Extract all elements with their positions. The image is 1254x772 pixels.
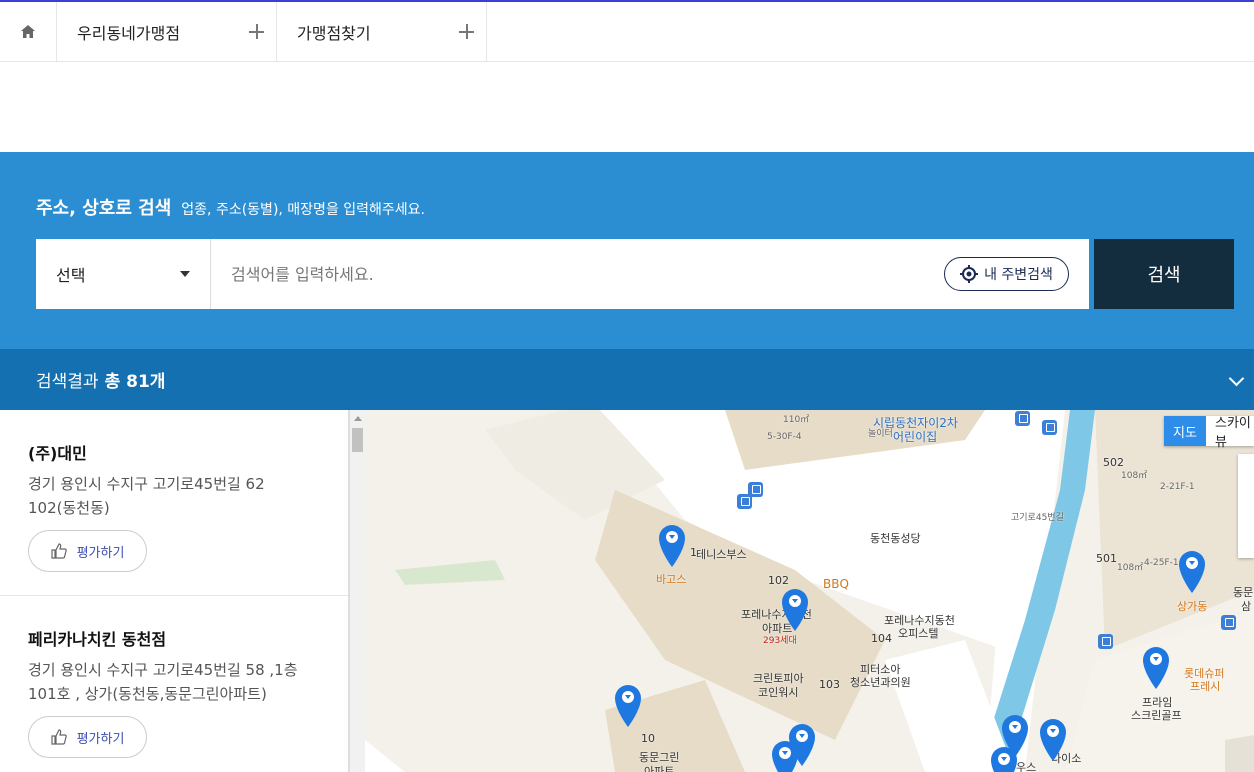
- map-label: 스크린골프: [1131, 709, 1182, 722]
- map-label: 10: [641, 732, 655, 745]
- map-label: BBQ: [823, 577, 849, 591]
- search-title: 주소, 상호로 검색: [36, 198, 172, 219]
- breadcrumb-label: 우리동네가맹점: [77, 23, 181, 43]
- map-label: 104: [871, 632, 892, 645]
- map-label: 프레시: [1190, 680, 1221, 693]
- map-label: 아파트: [644, 765, 675, 772]
- map-label: 놀이터: [868, 429, 893, 439]
- store-name: 페리카나치킨 동천점: [28, 630, 167, 649]
- store-list: (주)대민 경기 용인시 수지구 고기로45번길 62 102(동천동) 평가하…: [0, 410, 349, 772]
- map-label: 2-21F-1: [1160, 482, 1195, 492]
- store-address: 경기 용인시 수지구 고기로45번길 62 102(동천동): [28, 475, 265, 517]
- thumbs-up-icon: [50, 729, 67, 745]
- category-select[interactable]: 선택: [36, 239, 211, 309]
- breadcrumb: 우리동네가맹점 가맹점찾기: [0, 2, 1254, 62]
- map-label: 110㎡: [783, 415, 810, 425]
- store-name: (주)대민: [28, 444, 87, 463]
- map-label: 501: [1096, 552, 1117, 565]
- result-summary-bar[interactable]: 검색결과 총 81개: [0, 349, 1254, 410]
- map-label: 상가동: [1177, 600, 1208, 613]
- search-heading: 주소, 상호로 검색 업종, 주소(동별), 매장명을 입력해주세요.: [36, 194, 425, 220]
- list-item[interactable]: 페리카나치킨 동천점 경기 용인시 수지구 고기로45번길 58 ,1층 101…: [0, 596, 348, 772]
- result-prefix: 검색결과: [36, 372, 99, 392]
- map-label: 동천동성당: [870, 532, 921, 545]
- category-select-value: 선택: [56, 266, 86, 285]
- nearby-search-label: 내 주변검색: [984, 267, 1053, 283]
- map-label: 코인워시: [758, 686, 799, 699]
- map-label: 테니스부스: [696, 548, 747, 561]
- store-address: 경기 용인시 수지구 고기로45번길 58 ,1층 101호 , 상가(동천동,…: [28, 661, 298, 703]
- search-button[interactable]: 검색: [1094, 239, 1234, 309]
- map-pin-icon[interactable]: [1178, 550, 1206, 594]
- map-label: 오피스텔: [898, 627, 939, 640]
- bus-stop-icon[interactable]: [1015, 411, 1030, 426]
- zoom-control[interactable]: [1238, 454, 1254, 558]
- map-pin-icon[interactable]: [1039, 718, 1067, 762]
- breadcrumb-label: 가맹점찾기: [297, 23, 371, 43]
- map-label: 103: [819, 678, 840, 691]
- rate-button[interactable]: 평가하기: [28, 716, 147, 758]
- map-view[interactable]: 시립동천자이2차 어린이집 놀이터 110㎡ 5-30F-4 고기로45번길 동…: [365, 410, 1254, 772]
- result-count: 총 81개: [104, 372, 166, 392]
- chevron-down-icon[interactable]: [1228, 370, 1245, 387]
- bus-stop-icon[interactable]: [737, 494, 752, 509]
- bus-stop-icon[interactable]: [1042, 420, 1057, 435]
- map-label: 4-25F-1: [1144, 558, 1179, 568]
- scroll-up-arrow-icon[interactable]: [354, 416, 362, 421]
- list-scrollbar[interactable]: [349, 410, 365, 772]
- map-label: 5-30F-4: [767, 432, 802, 442]
- search-input-wrapper: 내 주변검색: [211, 239, 1089, 309]
- caret-down-icon: [180, 271, 190, 277]
- map-type-skyview-button[interactable]: 스카이뷰: [1206, 416, 1254, 450]
- map-label: 108㎡: [1121, 471, 1148, 481]
- scrollbar-thumb[interactable]: [352, 428, 363, 452]
- home-icon: [21, 25, 35, 38]
- map-type-map-button[interactable]: 지도: [1164, 416, 1206, 446]
- map-pin-icon[interactable]: [658, 524, 686, 568]
- plus-icon[interactable]: [249, 24, 264, 39]
- map-label: 청소년과의원: [850, 676, 911, 689]
- search-subtitle: 업종, 주소(동별), 매장명을 입력해주세요.: [181, 202, 426, 218]
- location-target-icon: [960, 265, 979, 283]
- map-type-toggle: 지도 스카이뷰: [1164, 416, 1254, 450]
- map-label: 293세대: [763, 636, 797, 646]
- map-label: 102: [768, 574, 789, 587]
- map-label: 우스: [1016, 761, 1037, 772]
- search-input[interactable]: [211, 239, 911, 309]
- breadcrumb-item-find-store[interactable]: 가맹점찾기: [277, 2, 487, 61]
- map-pin-icon[interactable]: [781, 588, 809, 632]
- list-item[interactable]: (주)대민 경기 용인시 수지구 고기로45번길 62 102(동천동) 평가하…: [0, 410, 348, 596]
- plus-icon[interactable]: [459, 24, 474, 39]
- map-label: 어린이집: [893, 430, 938, 444]
- thumbs-up-icon: [50, 543, 67, 559]
- map-label: 삼: [1241, 600, 1252, 613]
- rate-button[interactable]: 평가하기: [28, 530, 147, 572]
- rate-button-label: 평가하기: [76, 545, 125, 561]
- map-label: 108㎡: [1117, 563, 1144, 573]
- map-pin-icon[interactable]: [990, 746, 1018, 772]
- nearby-search-button[interactable]: 내 주변검색: [944, 257, 1069, 291]
- map-label: 고기로45번길: [1011, 513, 1064, 523]
- rate-button-label: 평가하기: [76, 731, 125, 747]
- bus-stop-icon[interactable]: [1098, 634, 1113, 649]
- map-pin-icon[interactable]: [771, 740, 799, 772]
- search-form: 선택 내 주변검색 검색: [36, 239, 1234, 309]
- bus-stop-icon[interactable]: [1221, 615, 1236, 630]
- search-panel: 주소, 상호로 검색 업종, 주소(동별), 매장명을 입력해주세요. 선택 내…: [0, 152, 1254, 349]
- map-pin-icon[interactable]: [614, 684, 642, 728]
- home-button[interactable]: [0, 2, 57, 61]
- map-label: 바고스: [656, 573, 687, 586]
- breadcrumb-item-local-stores[interactable]: 우리동네가맹점: [57, 2, 277, 61]
- map-pin-icon[interactable]: [1142, 646, 1170, 690]
